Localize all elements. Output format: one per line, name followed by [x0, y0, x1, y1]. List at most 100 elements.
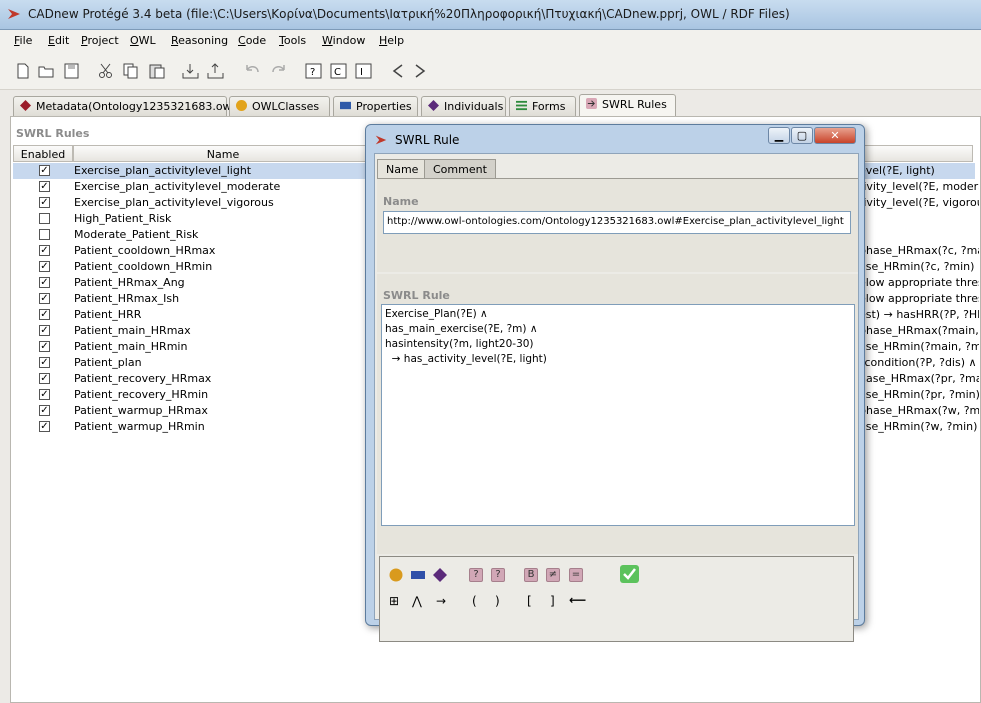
enabled-checkbox[interactable]: ✓ [39, 421, 50, 432]
insert-open-paren-icon[interactable]: ( [472, 594, 477, 608]
rule-name: High_Patient_Risk [74, 212, 172, 225]
close-button[interactable]: ✕ [814, 127, 856, 144]
insert-variable-builtin-button[interactable]: ? [491, 568, 505, 582]
rule-text-area[interactable]: Exercise_Plan(?E) ∧ has_main_exercise(?E… [381, 304, 855, 526]
insert-table-icon[interactable]: ⊞ [389, 594, 399, 608]
enabled-checkbox[interactable]: ✓ [39, 341, 50, 352]
tab-metadata[interactable]: Metadata(Ontology1235321683.owl) [13, 96, 239, 116]
menu-reasoning[interactable]: Reasoning [171, 34, 228, 47]
backspace-icon[interactable]: ⟵ [569, 593, 586, 607]
paste-icon[interactable] [148, 63, 166, 79]
enabled-checkbox[interactable]: ✓ [39, 261, 50, 272]
enabled-checkbox[interactable]: ✓ [39, 245, 50, 256]
insert-builtin-button[interactable]: B [524, 568, 538, 582]
new-file-icon[interactable] [14, 63, 32, 79]
rule-name: Patient_main_HRmax [74, 324, 191, 337]
rule-name: Patient_warmup_HRmax [74, 404, 208, 417]
rule-name: Patient_main_HRmin [74, 340, 188, 353]
protege-app-icon [8, 9, 20, 19]
enabled-checkbox[interactable]: ✓ [39, 181, 50, 192]
minimize-button[interactable]: ▁ [768, 127, 790, 144]
back-arrow-icon[interactable] [389, 63, 407, 79]
column-header-enabled[interactable]: Enabled [13, 145, 73, 162]
rule-name: Moderate_Patient_Risk [74, 228, 199, 241]
rectangle-icon [340, 101, 351, 110]
open-folder-icon[interactable] [38, 63, 56, 79]
insert-same-button[interactable]: = [569, 568, 583, 582]
class-browser-icon[interactable]: C [330, 63, 348, 79]
insert-close-bracket-icon[interactable]: ] [550, 594, 555, 608]
menu-tools[interactable]: Tools [279, 34, 306, 47]
insert-close-paren-icon[interactable]: ) [495, 594, 500, 608]
rule-expression: elow appropriate thresol [859, 292, 979, 305]
menu-project[interactable]: Project [81, 34, 119, 47]
rule-expression: ase_HRmin(?c, ?min) [859, 260, 975, 273]
tab-forms[interactable]: Forms [509, 96, 576, 116]
menu-code[interactable]: Code [238, 34, 266, 47]
tab-individuals[interactable]: Individuals [421, 96, 506, 116]
menu-file[interactable]: File [14, 34, 32, 47]
tab-owlclasses[interactable]: OWLClasses [229, 96, 330, 116]
insert-property-icon[interactable] [411, 568, 425, 582]
forward-arrow-icon[interactable] [411, 63, 429, 79]
insert-individual-icon[interactable] [433, 568, 447, 582]
save-icon[interactable] [63, 63, 81, 79]
rule-name-field[interactable]: http://www.owl-ontologies.com/Ontology12… [383, 211, 851, 234]
insert-different-button[interactable]: ≠ [546, 568, 560, 582]
circle-icon [236, 100, 247, 111]
rule-name: Patient_recovery_HRmin [74, 388, 209, 401]
arrow-icon [586, 98, 597, 109]
rule-line: Exercise_Plan(?E) ∧ [385, 308, 488, 320]
enabled-checkbox[interactable]: ✓ [39, 389, 50, 400]
redo-icon[interactable] [269, 63, 287, 79]
rule-name: Exercise_plan_activitylevel_moderate [74, 180, 281, 193]
enabled-checkbox[interactable] [39, 213, 50, 224]
rule-name: Patient_HRmax_Ang [74, 276, 185, 289]
insert-and-icon[interactable]: ⋀ [412, 594, 422, 608]
cut-icon[interactable] [97, 63, 115, 79]
maximize-button[interactable]: ▢ [791, 127, 813, 144]
insert-implies-icon[interactable]: → [436, 594, 446, 608]
tab-name[interactable]: Name [377, 159, 428, 178]
menu-help[interactable]: Help [379, 34, 404, 47]
column-header-name[interactable]: Name [73, 145, 373, 162]
insert-class-icon[interactable] [389, 568, 403, 582]
ok-check-icon[interactable] [620, 565, 639, 583]
window-title: CADnew Protégé 3.4 beta (file:\C:\Users\… [28, 7, 790, 21]
enabled-checkbox[interactable]: ✓ [39, 373, 50, 384]
menu-edit[interactable]: Edit [48, 34, 69, 47]
tab-swrl-rules[interactable]: SWRL Rules [579, 94, 676, 116]
import-icon[interactable] [182, 63, 200, 79]
query-icon[interactable]: ? [305, 63, 323, 79]
rule-line: → has_activity_level(?E, light) [385, 353, 547, 365]
export-icon[interactable] [207, 63, 225, 79]
enabled-checkbox[interactable]: ✓ [39, 277, 50, 288]
enabled-checkbox[interactable]: ✓ [39, 293, 50, 304]
tab-comment[interactable]: Comment [424, 159, 496, 178]
copy-icon[interactable] [122, 63, 140, 79]
rule-expression: ase_HRmin(?main, ?min [859, 340, 979, 353]
enabled-checkbox[interactable]: ✓ [39, 357, 50, 368]
insert-open-bracket-icon[interactable]: [ [527, 594, 532, 608]
insert-variable-button[interactable]: ? [469, 568, 483, 582]
rule-name: Patient_plan [74, 356, 142, 369]
symbol-palette: ? ? B ≠ = ⊞ ⋀ → ( ) [ ] ⟵ [379, 556, 854, 642]
name-panel: Name http://www.owl-ontologies.com/Ontol… [377, 178, 858, 272]
instance-browser-icon[interactable]: I [355, 63, 373, 79]
menu-window[interactable]: Window [322, 34, 365, 47]
dialog-title: SWRL Rule [395, 133, 460, 147]
enabled-checkbox[interactable]: ✓ [39, 165, 50, 176]
undo-icon[interactable] [244, 63, 262, 79]
form-icon [516, 100, 527, 111]
enabled-checkbox[interactable]: ✓ [39, 405, 50, 416]
tab-properties[interactable]: Properties [333, 96, 418, 116]
rule-expression: phase_HRmax(?c, ?max [859, 244, 979, 257]
enabled-checkbox[interactable]: ✓ [39, 197, 50, 208]
enabled-checkbox[interactable]: ✓ [39, 309, 50, 320]
rule-expression: phase_HRmax(?w, ?max [859, 404, 979, 417]
protege-dialog-icon [375, 135, 387, 145]
menu-owl[interactable]: OWL [130, 34, 156, 47]
rule-line: has_main_exercise(?E, ?m) ∧ [385, 323, 538, 335]
enabled-checkbox[interactable]: ✓ [39, 325, 50, 336]
enabled-checkbox[interactable] [39, 229, 50, 240]
